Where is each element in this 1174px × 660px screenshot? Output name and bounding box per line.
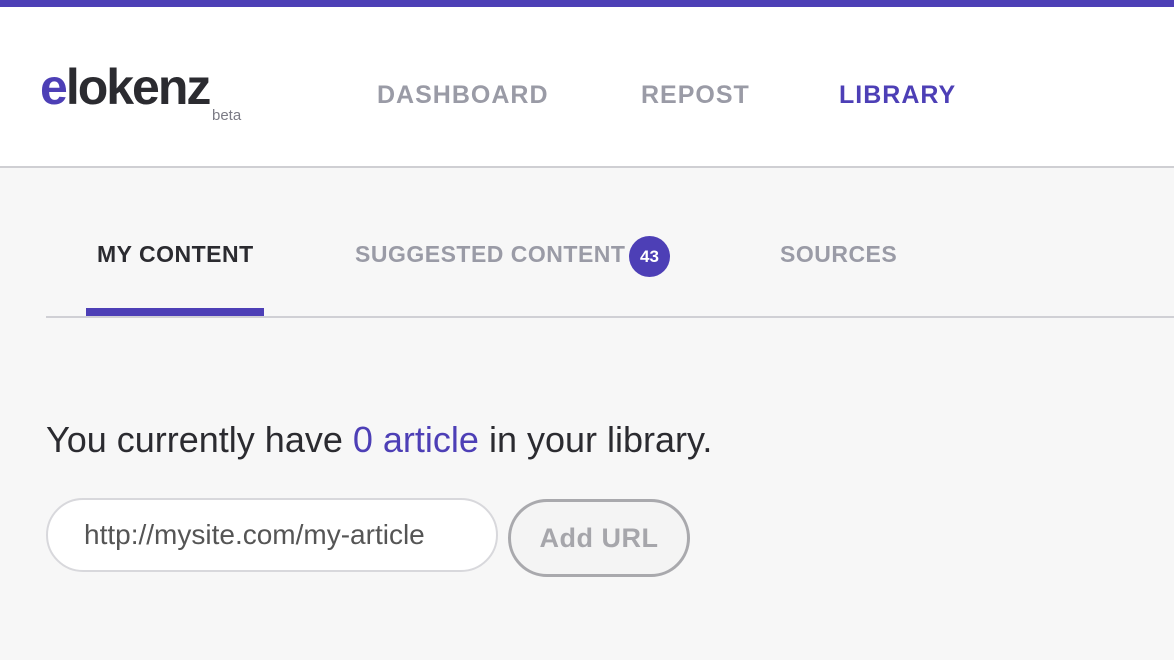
- logo-wordmark: elokenz: [40, 59, 212, 115]
- nav-repost[interactable]: REPOST: [641, 79, 750, 111]
- logo-text: lokenz: [65, 59, 212, 115]
- suggested-count-badge: 43: [629, 236, 670, 277]
- tab-my-content[interactable]: MY CONTENT: [97, 238, 254, 270]
- summary-suffix: in your library.: [478, 419, 713, 460]
- logo-beta-label: beta: [212, 107, 242, 124]
- elokenz-logo[interactable]: elokenz beta: [40, 60, 250, 130]
- url-input[interactable]: [46, 498, 498, 572]
- summary-prefix: You currently have: [46, 419, 353, 460]
- logo-e-glyph: e: [40, 59, 68, 115]
- nav-dashboard[interactable]: DASHBOARD: [377, 79, 549, 111]
- article-count-link[interactable]: 0 article: [353, 419, 479, 460]
- top-accent-bar: [0, 0, 1174, 7]
- library-summary: You currently have 0 article in your lib…: [46, 418, 712, 462]
- active-tab-indicator: [86, 308, 264, 316]
- library-tabs: MY CONTENT SUGGESTED CONTENT 43 SOURCES: [46, 200, 1174, 318]
- tab-suggested-content[interactable]: SUGGESTED CONTENT: [355, 238, 625, 270]
- tab-sources[interactable]: SOURCES: [780, 238, 897, 270]
- add-url-button[interactable]: Add URL: [508, 499, 690, 577]
- app-header: elokenz beta DASHBOARD REPOST LIBRARY: [0, 7, 1174, 168]
- nav-library[interactable]: LIBRARY: [839, 79, 956, 111]
